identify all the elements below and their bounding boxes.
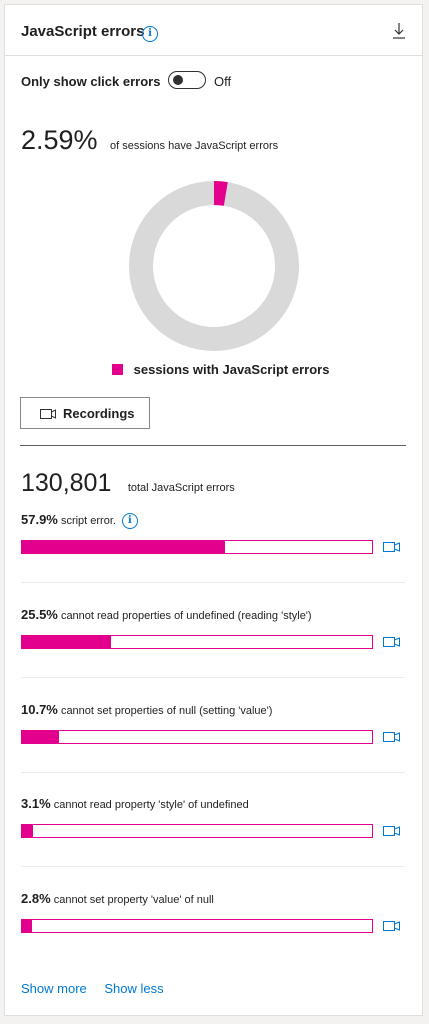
toggle-knob (173, 75, 183, 85)
error-share-bar (21, 919, 373, 933)
error-share-bar-fill (22, 731, 60, 743)
error-percent: 3.1% (21, 796, 51, 811)
error-share-bar-fill (22, 920, 32, 932)
toggle-label: Only show click errors (21, 74, 161, 89)
error-message: cannot set properties of null (setting '… (60, 705, 273, 717)
donut-slice-javascript-errors (213, 181, 228, 206)
card-header: JavaScript errors i (5, 5, 422, 56)
donut-legend: sessions with JavaScript errors (112, 362, 329, 377)
error-percent: 57.9% (21, 512, 58, 527)
show-less-link[interactable]: Show less (104, 981, 163, 996)
video-camera-icon[interactable] (383, 826, 400, 836)
error-item: 3.1% cannot read property 'style' of und… (21, 796, 405, 890)
error-share-bar (21, 730, 373, 744)
video-camera-icon[interactable] (383, 732, 400, 742)
error-share-bar (21, 824, 373, 838)
error-message: cannot set property 'value' of null (53, 894, 214, 906)
error-percent: 2.8% (21, 891, 51, 906)
error-item: 25.5% cannot read properties of undefine… (21, 607, 405, 701)
donut-track (129, 181, 299, 351)
error-message: cannot read properties of undefined (rea… (60, 610, 312, 622)
error-title: 3.1% cannot read property 'style' of und… (21, 796, 249, 811)
error-item: 57.9% script error. i (21, 512, 405, 606)
error-item: 10.7% cannot set properties of null (set… (21, 702, 405, 796)
video-camera-icon[interactable] (383, 542, 400, 552)
error-title: 2.8% cannot set property 'value' of null (21, 891, 214, 906)
error-item: 2.8% cannot set property 'value' of null (21, 891, 405, 985)
video-camera-icon[interactable] (383, 921, 400, 931)
download-icon[interactable] (392, 22, 406, 40)
legend-swatch (112, 364, 123, 375)
error-share-bar (21, 635, 373, 649)
error-title: 10.7% cannot set properties of null (set… (21, 702, 272, 717)
card-title: JavaScript errors (21, 23, 145, 40)
sessions-error-text: of sessions have JavaScript errors (110, 140, 279, 152)
click-errors-toggle-row: Only show click errors Off (21, 71, 401, 93)
error-percent: 10.7% (21, 702, 58, 717)
recordings-button-label: Recordings (63, 406, 135, 421)
error-title: 57.9% script error. i (21, 512, 138, 529)
sessions-error-percent: 2.59% (21, 125, 98, 155)
video-camera-icon[interactable] (383, 637, 400, 647)
info-icon[interactable]: i (121, 513, 138, 529)
error-share-bar-fill (22, 541, 225, 553)
error-message: cannot read property 'style' of undefine… (53, 799, 249, 811)
recordings-button[interactable]: Recordings (20, 397, 150, 429)
error-percent: 25.5% (21, 607, 58, 622)
info-icon[interactable]: i (142, 26, 158, 42)
section-divider (20, 445, 406, 446)
sessions-summary: 2.59% of sessions have JavaScript errors (21, 125, 278, 156)
video-camera-icon (40, 409, 56, 419)
total-errors-text: total JavaScript errors (127, 482, 235, 494)
total-errors-value: 130,801 (21, 469, 112, 497)
error-share-bar-fill (22, 825, 33, 837)
error-share-bar-fill (22, 636, 112, 648)
total-errors: 130,801 total JavaScript errors (21, 469, 235, 498)
toggle-state: Off (214, 74, 232, 89)
item-separator (21, 866, 405, 867)
list-links: Show more Show less (21, 981, 178, 996)
item-separator (21, 677, 405, 678)
show-more-link[interactable]: Show more (21, 981, 87, 996)
error-title: 25.5% cannot read properties of undefine… (21, 607, 312, 622)
item-separator (21, 772, 405, 773)
error-share-bar (21, 540, 373, 554)
legend-label: sessions with JavaScript errors (133, 362, 330, 377)
item-separator (21, 582, 405, 583)
sessions-donut-chart (129, 181, 299, 351)
error-message: script error. (60, 515, 116, 527)
javascript-errors-card: JavaScript errors i Only show click erro… (4, 4, 423, 1016)
click-errors-toggle[interactable] (168, 71, 206, 89)
